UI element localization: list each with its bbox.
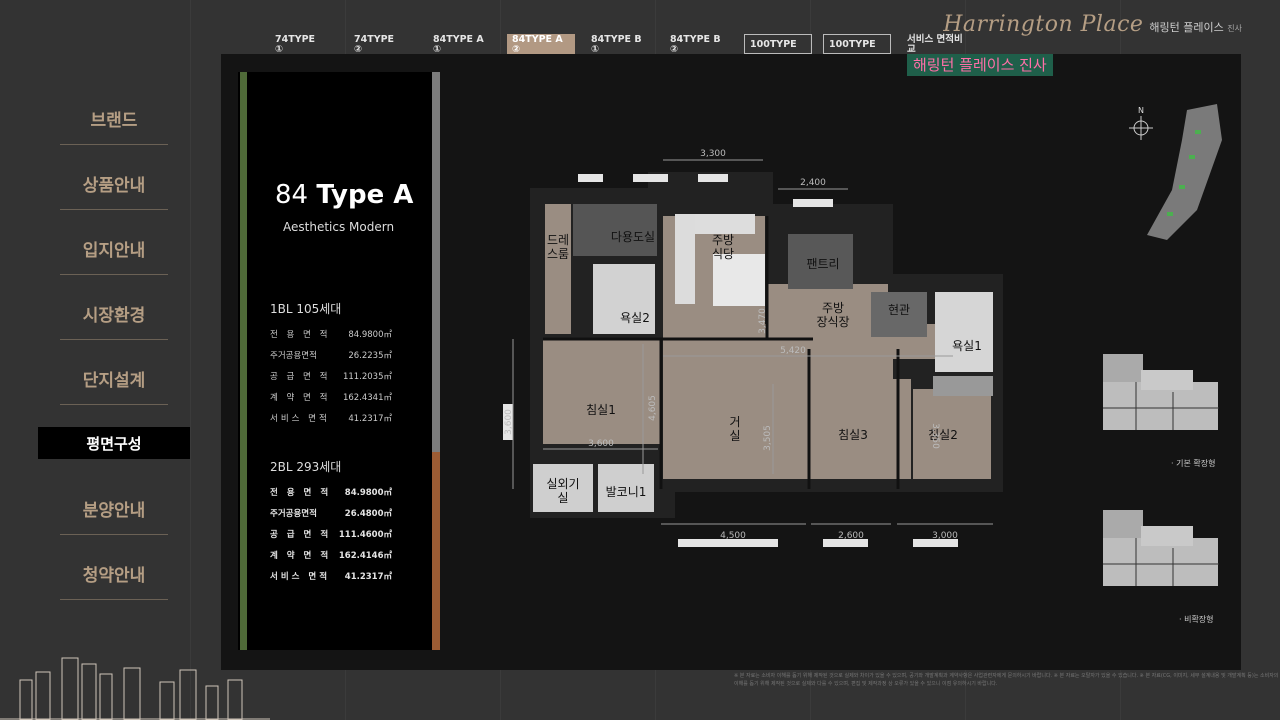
nav-item-brand[interactable]: 브랜드 — [38, 86, 190, 151]
floor-plan[interactable]: 드레 스룸 다용도실 주방 식당 팬트리 욕실2 주방 장식장 현관 욕실1 침실1 … — [503, 144, 1003, 554]
block1-title: 1BL 105세대 — [270, 302, 342, 316]
nav-item-subscription[interactable]: 청약안내 — [38, 541, 190, 606]
room-pantry-label: 팬트리 — [806, 257, 839, 271]
dim-living-height2: 3,505 — [763, 425, 773, 451]
tab-service-area-compare[interactable]: 서비스 면적비 교 — [902, 34, 970, 55]
dim-top2: 2,400 — [800, 178, 826, 188]
accent-bar-gray — [432, 72, 440, 452]
block2-spec-table: 전 용 면 적 84.9800㎡ 주거공용면적 26.4800㎡ 공 급 면 적 11… — [270, 486, 392, 591]
dim-left: 3,600 — [504, 409, 514, 435]
room-kitchen-label: 주방 식당 — [712, 233, 734, 261]
spec-row: 전 용 면 적 84.9800㎡ — [270, 488, 392, 498]
dim-top1: 3,300 — [700, 149, 726, 159]
tab-84type-b-1[interactable]: 84TYPE B ① — [586, 34, 654, 55]
side-nav: 브랜드 상품안내 입지안내 시장환경 단지설계 평면구성 분양안내 청약안내 — [38, 86, 190, 606]
spec-row: 서비스 면적 41.2317㎡ — [270, 414, 392, 424]
block1-spec-table: 전 용 면 적 84.9800㎡ 주거공용면적 26.2235㎡ 공 급 면 적 11… — [270, 328, 392, 433]
room-dress-label: 드레 스룸 — [547, 233, 569, 261]
spec-row: 서비스 면적 41.2317㎡ — [270, 572, 392, 582]
thumb2-caption: · 비확장형 — [1179, 615, 1214, 624]
room-living-label: 거실 — [729, 415, 740, 443]
room-bed3-label: 침실3 — [838, 428, 868, 442]
logo-korean: 해링턴 플레이스 진사 — [1149, 21, 1242, 34]
overlay-caption: 해링턴 플레이스 진사 — [907, 54, 1053, 76]
dim-kitchen-height: 3,470 — [758, 308, 768, 334]
tab-100type-1[interactable]: 100TYPE ① — [744, 34, 812, 67]
type-title: 84 Type A — [275, 180, 414, 210]
nav-item-site-design[interactable]: 단지설계 — [38, 346, 190, 411]
spec-row: 공 급 면 적 111.4600㎡ — [270, 530, 392, 540]
accent-bar-green — [240, 72, 247, 650]
tab-100type-2[interactable]: 100TYPE ② — [823, 34, 891, 67]
spec-row: 주거공용면적 26.4800㎡ — [270, 509, 392, 519]
dim-bed2-height: 3,350 — [930, 423, 940, 449]
thumb1-caption: · 기본 확장형 — [1171, 459, 1216, 468]
nav-item-product[interactable]: 상품안내 — [38, 151, 190, 216]
brand-logo[interactable]: Harrington Place 해링턴 플레이스 진사 — [943, 12, 1242, 37]
spec-row: 전 용 면 적 84.9800㎡ — [270, 330, 392, 340]
spec-row: 계 약 면 적 162.4341㎡ — [270, 393, 392, 403]
dim-bottom3: 3,000 — [932, 531, 958, 540]
accent-bar-copper — [432, 452, 440, 650]
room-entrance-label: 현관 — [888, 303, 910, 317]
nav-item-sale-info[interactable]: 분양안내 — [38, 476, 190, 541]
spec-row: 주거공용면적 26.2235㎡ — [270, 351, 392, 361]
skyline-illustration — [0, 657, 270, 720]
dim-bottom2: 2,600 — [838, 531, 864, 540]
room-balcony-label: 발코니1 — [606, 485, 647, 499]
dim-living-height1: 4,605 — [648, 395, 658, 421]
svg-text:N: N — [1138, 106, 1144, 115]
thumb-basic-extended[interactable] — [1101, 352, 1221, 434]
room-utility-label: 다용도실 — [611, 230, 655, 244]
type-subtitle: Aesthetics Modern — [283, 220, 395, 234]
tab-84type-a-1[interactable]: 84TYPE A ① — [428, 34, 496, 55]
dim-bed1-width: 3,600 — [588, 439, 614, 449]
dim-bottom1: 4,500 — [720, 531, 746, 540]
room-bath2-label: 욕실2 — [620, 311, 650, 325]
site-map[interactable]: N — [1127, 100, 1227, 250]
footnote-disclaimer: ※ 본 자료는 소비자 이해를 돕기 위해 제작된 것으로 실제와 차이가 있을… — [734, 673, 1279, 687]
compass-icon: N — [1129, 106, 1153, 140]
block2-title: 2BL 293세대 — [270, 460, 342, 474]
main-panel: 84 Type A Aesthetics Modern 1BL 105세대 전 … — [221, 54, 1241, 670]
tab-74type-1[interactable]: 74TYPE ① — [270, 34, 338, 55]
bottom-dimensions: 4,500 2,600 3,000 — [661, 523, 993, 540]
nav-item-location[interactable]: 입지안내 — [38, 216, 190, 281]
nav-item-floor-plan[interactable]: 평면구성 — [38, 427, 190, 459]
room-bath1-label: 욕실1 — [952, 339, 982, 353]
type-tabs: 74TYPE ① 74TYPE ② 84TYPE A ① 84TYPE A ② … — [270, 34, 981, 67]
spec-row: 공 급 면 적 111.2035㎡ — [270, 372, 392, 382]
dim-mid: 5,420 — [780, 346, 806, 356]
tab-84type-a-2[interactable]: 84TYPE A ② — [507, 34, 575, 55]
type-info-card: 84 Type A Aesthetics Modern 1BL 105세대 전 … — [238, 72, 440, 650]
tab-74type-2[interactable]: 74TYPE ② — [349, 34, 417, 55]
spec-row: 계 약 면 적 162.4146㎡ — [270, 551, 392, 561]
room-bed1-label: 침실1 — [586, 403, 616, 417]
nav-item-market[interactable]: 시장환경 — [38, 281, 190, 346]
thumb-non-extended[interactable] — [1101, 508, 1221, 590]
tab-84type-b-2[interactable]: 84TYPE B ② — [665, 34, 733, 55]
